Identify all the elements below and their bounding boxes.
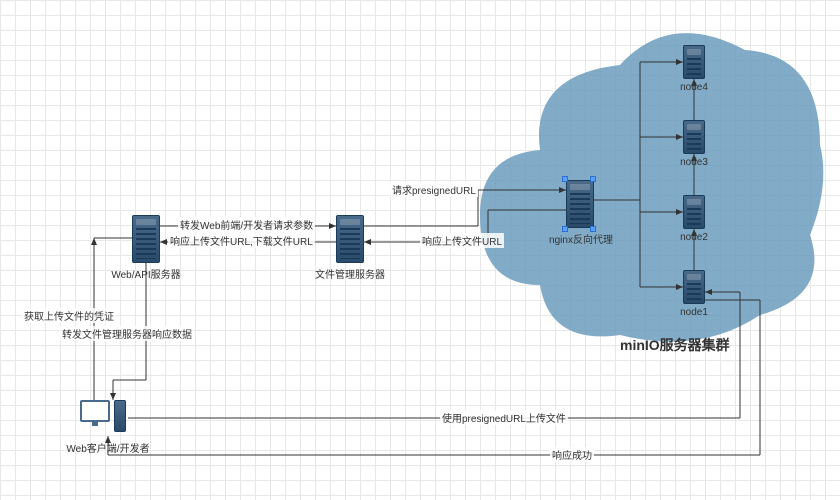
cluster-title: minIO服务器集群 [620,335,730,355]
selection-handle[interactable] [562,226,568,232]
server-nginx[interactable] [566,180,594,228]
selection-handle[interactable] [562,176,568,182]
server-node4[interactable] [683,45,705,79]
edge-label-6: 响应上传文件URL [420,233,504,248]
label-node4: node4 [674,82,714,93]
server-node3[interactable] [683,120,705,154]
label-node3: node3 [674,157,714,168]
selection-handle[interactable] [590,176,596,182]
label-filemgr: 文件管理服务器 [310,266,390,281]
label-node1: node1 [674,307,714,318]
server-filemgr[interactable] [336,215,364,263]
client-node[interactable] [80,400,128,436]
edge-label-2: 转发文件管理服务器响应数据 [60,326,194,341]
server-node1[interactable] [683,270,705,304]
server-webapi[interactable] [132,215,160,263]
label-client: Web客户端/开发者 [58,440,158,455]
tower-icon [114,400,126,432]
label-webapi: Web/API服务器 [105,266,187,281]
edge-label-1: 获取上传文件的凭证 [22,308,116,323]
monitor-icon [80,400,110,422]
selection-handle[interactable] [590,226,596,232]
edge-label-4: 响应上传文件URL,下载文件URL [168,233,315,248]
label-node2: node2 [674,232,714,243]
label-nginx: nginx反向代理 [540,231,622,246]
edge-label-8: 响应成功 [550,447,594,462]
edge-label-3: 转发Web前端/开发者请求参数 [178,217,315,232]
edge-label-7: 使用presignedURL上传文件 [440,410,568,425]
server-node2[interactable] [683,195,705,229]
edge-label-5: 请求presignedURL [390,182,478,197]
